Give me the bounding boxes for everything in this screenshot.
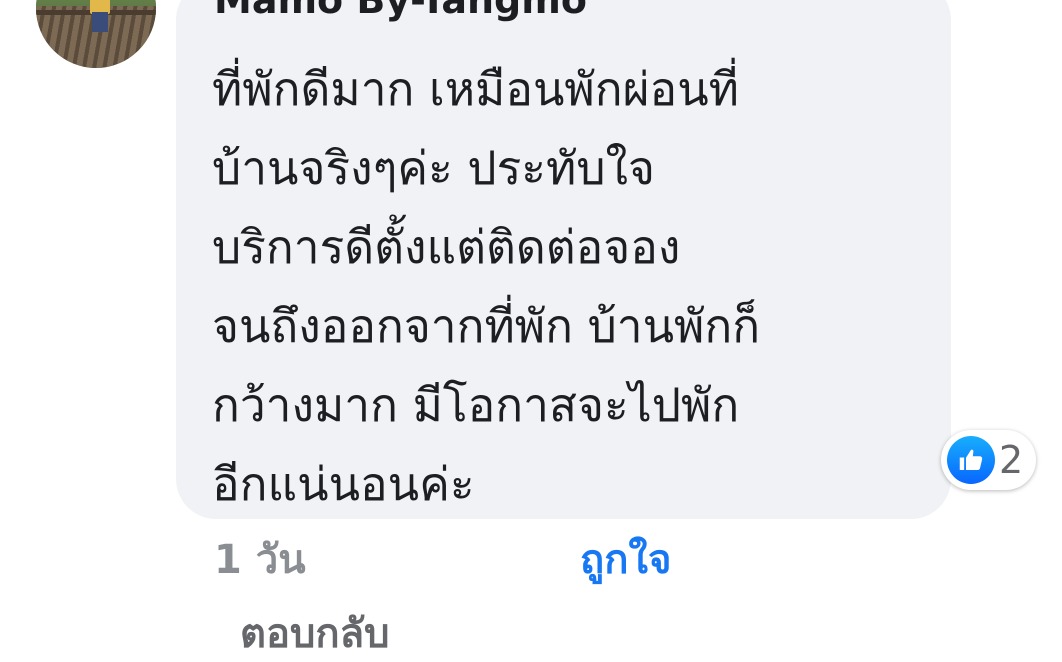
thumbs-up-icon bbox=[947, 436, 995, 484]
comment-timestamp[interactable]: 1 วัน bbox=[214, 532, 306, 588]
comment-text-line: จนถึงออกจากที่พัก บ้านพักก็ bbox=[212, 299, 761, 353]
avatar-person-legs bbox=[92, 12, 108, 32]
like-button[interactable]: ถูกใจ bbox=[580, 532, 671, 588]
comment-text-line: ที่พักดีมาก เหมือนพักผ่อนที่ bbox=[212, 62, 739, 116]
reaction-summary[interactable]: 2 bbox=[941, 430, 1036, 490]
comment-text-line: อีกแน่นอนค่ะ bbox=[212, 457, 475, 511]
comment-author-name[interactable]: Mamo By-Tangmo bbox=[214, 0, 587, 22]
reaction-count: 2 bbox=[999, 438, 1024, 482]
comment-text: ที่พักดีมาก เหมือนพักผ่อนที่ บ้านจริงๆค่… bbox=[212, 50, 932, 524]
avatar[interactable] bbox=[36, 0, 156, 68]
comment-text-line: กว้างมาก มีโอกาสจะไปพัก bbox=[212, 378, 740, 432]
reply-button[interactable]: ตอบกลับ bbox=[240, 606, 390, 662]
comment-text-line: บ้านจริงๆค่ะ ประทับใจ bbox=[212, 141, 655, 195]
comment-text-line: บริการดีตั้งแต่ติดต่อจอง bbox=[212, 220, 681, 274]
